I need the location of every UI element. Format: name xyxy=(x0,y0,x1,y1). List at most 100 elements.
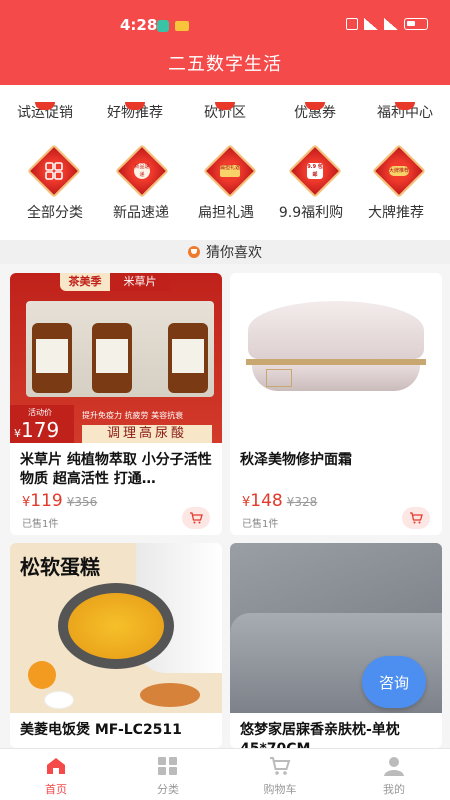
product-price: ¥148 ¥328 xyxy=(242,491,317,511)
add-to-cart-button[interactable] xyxy=(402,507,430,529)
heart-icon xyxy=(188,246,200,258)
menu-item-all-categories[interactable] xyxy=(10,144,100,202)
tab-label: 我的 xyxy=(383,783,405,796)
status-bar: 4:28 xyxy=(0,0,450,44)
menu-item-bargain[interactable]: 砍价区 xyxy=(180,102,270,122)
jar-3 xyxy=(168,323,208,393)
app-header: 4:28 二五数字生活 xyxy=(0,0,450,85)
category-icon xyxy=(158,757,177,775)
brand-icon: 大牌推荐 xyxy=(372,144,426,198)
jar-logo xyxy=(266,369,292,387)
bottom-tab-bar: 首页 分类 购物车 我的 xyxy=(0,748,450,800)
status-time: 4:28 xyxy=(120,16,158,34)
tab-label: 分类 xyxy=(157,783,179,796)
flag-icon xyxy=(175,21,189,31)
section-title: 猜你喜欢 xyxy=(206,245,262,261)
banner-title: 松软蛋糕 xyxy=(20,555,100,579)
banner-title: 米草片 xyxy=(110,273,170,291)
jar-lid xyxy=(248,301,424,359)
page-title: 二五数字生活 xyxy=(168,54,282,75)
jar-label xyxy=(96,339,128,373)
banner-tags: 提升免疫力 抗疲劳 美容抗衰 xyxy=(82,411,184,420)
brand-badge: 大牌推荐 xyxy=(389,166,410,176)
product-name: 美菱电饭煲 MF-LC2511 xyxy=(20,722,182,738)
gift-icon: 扁担礼遇 xyxy=(203,144,257,198)
product-price: ¥119 ¥356 xyxy=(22,491,97,511)
tab-category[interactable]: 分类 xyxy=(112,749,224,800)
product-name: 秋泽美物修护面霜 xyxy=(240,452,352,468)
tab-cart[interactable]: 购物车 xyxy=(224,749,336,800)
status-icons xyxy=(346,18,428,30)
menu-item-label: 扁担礼遇 xyxy=(198,205,254,221)
cart-icon xyxy=(410,512,423,524)
promo-price-box: 活动价 ¥179 xyxy=(10,405,74,443)
tab-label: 购物车 xyxy=(263,783,297,796)
sold-count: 已售1件 xyxy=(22,519,59,530)
home-icon xyxy=(47,758,65,774)
menu-item-label: 大牌推荐 xyxy=(368,205,424,221)
menu-item-new-arrivals[interactable]: 新品速递 xyxy=(98,144,188,202)
signal-icon-2 xyxy=(384,18,398,30)
new-arrivals-badge: 新品速递 xyxy=(134,163,150,179)
signal-icon xyxy=(364,18,378,30)
menu-item-label: 全部分类 xyxy=(27,205,83,221)
original-price: ¥328 xyxy=(287,495,318,509)
menu-item-recommend[interactable]: 好物推荐 xyxy=(90,102,180,122)
battery-icon xyxy=(404,18,428,30)
cake xyxy=(68,593,164,659)
promo-price: ¥179 xyxy=(10,418,74,442)
product-card[interactable]: 松软蛋糕 美菱电饭煲 MF-LC2511 xyxy=(10,543,222,748)
gift-badge: 扁担礼遇 xyxy=(220,165,240,177)
tab-mine[interactable]: 我的 xyxy=(338,749,450,800)
menu-item-nine-nine[interactable]: 9.9 包邮 xyxy=(271,144,361,202)
product-image: 松软蛋糕 xyxy=(10,543,222,713)
add-to-cart-button[interactable] xyxy=(182,507,210,529)
menu-item-gift[interactable]: 扁担礼遇 xyxy=(186,144,276,202)
cart-icon xyxy=(270,757,291,775)
menu-item-coupons[interactable]: 优惠券 xyxy=(270,102,360,122)
product-name: 米草片 纯植物萃取 小分子活性物质 超高活性 打通… xyxy=(20,452,212,487)
price-value: 119 xyxy=(30,491,63,511)
product-card[interactable]: 秋泽美物修护面霜 ¥148 ¥328 已售1件 xyxy=(230,273,442,535)
section-header: 猜你喜欢 xyxy=(0,240,450,264)
brand-name: 茶美季 xyxy=(68,275,102,288)
currency: ¥ xyxy=(14,427,21,440)
egg xyxy=(44,691,74,709)
price-value: 148 xyxy=(250,491,283,511)
orange-slice xyxy=(28,661,56,689)
product-image: 茶美季 米草片 活动价 ¥179 提升免疫力 抗疲劳 美容抗衰 调理高尿酸 xyxy=(10,273,222,443)
menu-item-brands[interactable]: 大牌推荐 xyxy=(355,144,445,202)
nine-nine-icon: 9.9 包邮 xyxy=(288,144,342,198)
menu-row-1: 试运促销 好物推荐 砍价区 优惠券 福利中心 xyxy=(0,85,450,140)
consult-button[interactable]: 咨询 xyxy=(362,656,426,708)
user-icon xyxy=(384,757,404,776)
promo-price-value: 179 xyxy=(21,418,60,442)
nine-nine-badge: 9.9 包邮 xyxy=(307,163,323,179)
new-arrivals-icon: 新品速递 xyxy=(115,144,169,198)
menu-item-welfare[interactable]: 福利中心 xyxy=(360,102,450,122)
banner-slogan: 调理高尿酸 xyxy=(82,425,212,443)
product-image xyxy=(230,273,442,443)
product-banner-header: 茶美季 米草片 xyxy=(60,273,170,291)
promo-label: 活动价 xyxy=(28,408,52,417)
jar-1 xyxy=(32,323,72,393)
pancake xyxy=(140,683,200,707)
original-price: ¥356 xyxy=(67,495,98,509)
tab-home[interactable]: 首页 xyxy=(0,749,112,800)
jar-label xyxy=(172,339,204,373)
menu-item-trial-promo[interactable]: 试运促销 xyxy=(0,102,90,122)
tab-label: 首页 xyxy=(45,783,67,796)
menu-item-label: 新品速递 xyxy=(113,205,169,221)
sold-count: 已售1件 xyxy=(242,519,279,530)
app-notification-icon xyxy=(157,20,169,32)
nfc-icon xyxy=(346,18,358,30)
grid-icon-inner xyxy=(45,162,63,180)
menu-item-label: 9.9福利购 xyxy=(278,205,344,221)
product-card[interactable]: 茶美季 米草片 活动价 ¥179 提升免疫力 抗疲劳 美容抗衰 调理高尿酸 米草… xyxy=(10,273,222,535)
product-card[interactable]: 悠梦家居寐香亲肤枕-单枕45*70CM xyxy=(230,543,442,748)
orig-value: 328 xyxy=(294,495,318,509)
product-name: 悠梦家居寐香亲肤枕-单枕45*70CM xyxy=(240,722,400,748)
cart-icon xyxy=(190,512,203,524)
jar-label xyxy=(36,339,68,373)
grid-icon xyxy=(27,144,81,198)
